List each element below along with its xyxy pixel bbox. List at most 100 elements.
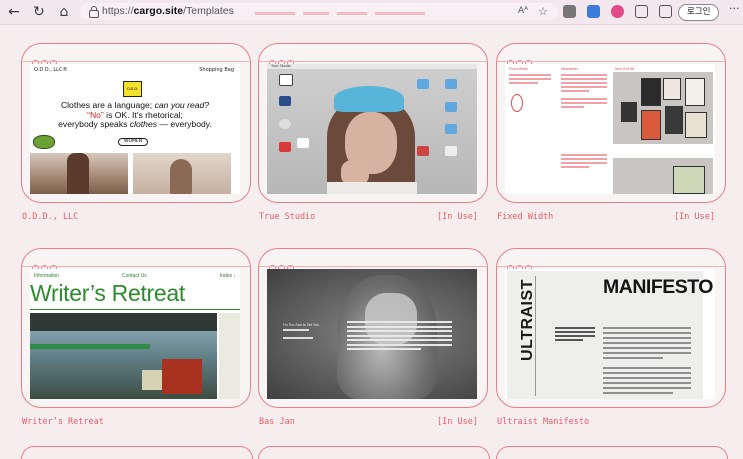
body-text-line <box>603 392 673 394</box>
body-text-line <box>603 377 691 379</box>
body-text-line <box>603 352 691 354</box>
template-preview: I'm Too Sad to Tell You <box>267 269 477 399</box>
retreat-photo-chair <box>162 359 202 394</box>
preview-headline: Clothes are a language; can you read? “N… <box>58 100 212 129</box>
book <box>621 102 637 122</box>
body-text-line <box>603 327 691 329</box>
template-card-partial[interactable] <box>496 446 728 459</box>
preview-bag-link: Shopping Bag <box>199 67 234 73</box>
preview-text-block <box>347 321 452 350</box>
lock-icon <box>89 6 99 18</box>
template-name[interactable]: Ultraist Manifesto <box>497 417 589 427</box>
favorite-star-icon[interactable]: ☆ <box>538 4 548 19</box>
template-name[interactable]: Writer’s Retreat <box>22 417 104 427</box>
template-name[interactable]: Bas Jan <box>259 417 295 427</box>
preview-text-block <box>509 74 551 84</box>
template-card-ultraist-manifesto[interactable]: ULTRAIST MANIFESTO <box>496 248 726 408</box>
product-photo <box>133 153 231 194</box>
preview-text-block <box>555 327 595 341</box>
template-card-writers-retreat[interactable]: Information Contact Us Index ↓ Writer’s … <box>21 248 251 408</box>
preview-text-block <box>561 74 607 108</box>
file-icon <box>279 74 293 86</box>
template-card-bas-jan[interactable]: I'm Too Sad to Tell You <box>258 248 488 408</box>
extension-icon[interactable] <box>611 5 624 18</box>
book <box>641 78 661 106</box>
folder-icon <box>445 102 457 112</box>
book <box>665 106 683 134</box>
disc-icon <box>279 119 291 129</box>
template-card-partial[interactable] <box>21 446 253 459</box>
face-drawing <box>511 94 523 112</box>
stamp-image <box>33 135 55 149</box>
folder-icon <box>445 79 457 89</box>
preview-col-title: Item 8 of 86 <box>615 67 634 71</box>
template-preview: O.D.D., LLC® Shopping Bag O.D.D. Clothes… <box>30 64 240 194</box>
divider <box>22 266 250 267</box>
file-icon <box>297 138 309 148</box>
book-photo <box>613 72 713 144</box>
template-card-fixed-width[interactable]: Fixed Width Newsletter Item 8 of 86 <box>496 43 726 203</box>
retreat-photo-roof <box>30 313 217 331</box>
divider <box>30 309 240 310</box>
flag-logo: O.D.D. <box>123 81 142 97</box>
women-button: WOMEN <box>118 138 149 146</box>
preview-menubar: True Studio <box>267 64 477 69</box>
divider <box>497 61 725 62</box>
read-aloud-icon[interactable]: Aᴬ <box>518 4 528 19</box>
extension-icon[interactable] <box>563 5 576 18</box>
retreat-photo-railing <box>30 344 150 349</box>
book <box>673 166 705 194</box>
preview-title: Writer’s Retreat <box>30 280 185 306</box>
book-photo <box>613 158 713 194</box>
template-card-odd-llc[interactable]: O.D.D., LLC® Shopping Bag O.D.D. Clothes… <box>21 43 251 203</box>
template-name[interactable]: Fixed Width <box>497 212 553 222</box>
back-icon[interactable]: ← <box>5 3 23 21</box>
retreat-sidebar <box>219 313 240 399</box>
divider <box>259 61 487 62</box>
body-text-line <box>603 342 691 344</box>
folder-icon <box>445 124 457 134</box>
template-card-true-studio[interactable]: True Studio <box>258 43 488 203</box>
in-use-badge: [In Use] <box>437 417 478 427</box>
extension-icon[interactable] <box>587 5 600 18</box>
body-text-line <box>603 382 691 384</box>
preview-brand: O.D.D., LLC® <box>34 67 68 73</box>
body-text-line <box>603 347 691 349</box>
refresh-icon[interactable]: ↻ <box>30 3 48 21</box>
product-photo <box>30 153 128 194</box>
template-name[interactable]: True Studio <box>259 212 315 222</box>
home-icon[interactable]: ⌂ <box>55 3 73 21</box>
preview-text-block <box>561 154 607 168</box>
spine: ULTRAIST <box>511 276 536 399</box>
template-card-partial[interactable] <box>258 446 490 459</box>
video-icon <box>279 142 291 152</box>
preview-text-line <box>283 329 309 331</box>
body-text-line <box>603 367 691 369</box>
template-name[interactable]: O.D.D., LLC <box>22 212 78 222</box>
manifesto-page: ULTRAIST MANIFESTO <box>507 271 713 399</box>
split-screen-icon[interactable] <box>635 5 648 18</box>
book <box>685 112 707 138</box>
template-preview: True Studio <box>267 64 477 194</box>
book <box>663 78 681 100</box>
body-text-line <box>603 337 691 339</box>
divider <box>259 266 487 267</box>
body-text-line <box>603 387 691 389</box>
in-use-badge: [In Use] <box>437 212 478 222</box>
login-button[interactable]: 로그인 <box>678 4 720 21</box>
body-text-line <box>603 372 691 374</box>
template-preview: Information Contact Us Index ↓ Writer’s … <box>30 269 240 399</box>
divider <box>497 266 725 267</box>
address-url: https://cargo.site/Templates <box>102 5 234 17</box>
preview-caption: I'm Too Sad to Tell You <box>283 323 320 327</box>
body-text-line <box>603 332 691 334</box>
more-menu-icon[interactable]: ··· <box>729 2 740 15</box>
file-icon <box>279 96 291 106</box>
divider <box>535 276 536 396</box>
collections-icon[interactable] <box>659 5 672 18</box>
file-icon <box>445 146 457 156</box>
body-text-line <box>603 357 663 359</box>
template-preview: ULTRAIST MANIFESTO <box>505 269 715 399</box>
portrait-shirt <box>327 182 417 194</box>
preview-col-title: Fixed Width <box>509 67 528 71</box>
